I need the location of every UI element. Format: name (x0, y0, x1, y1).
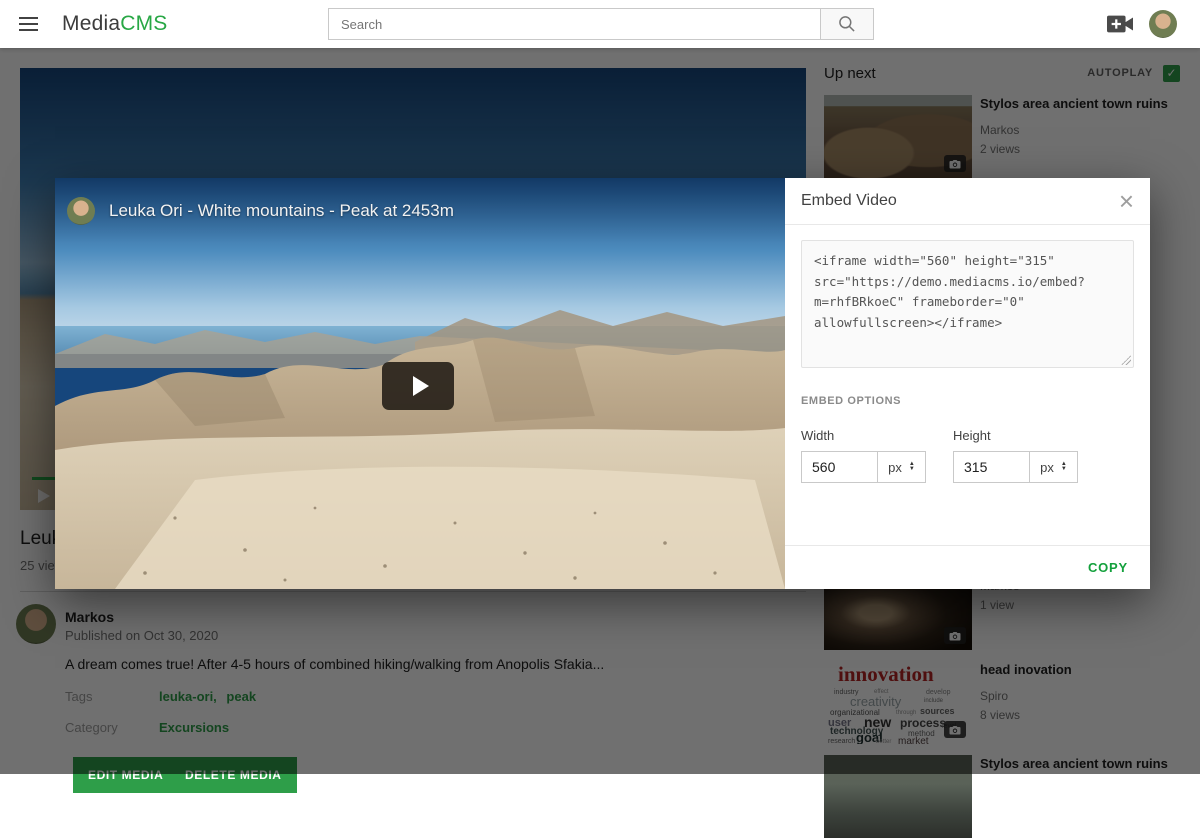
copy-button[interactable]: COPY (1082, 559, 1134, 576)
embed-options-panel: Embed Video × <iframe width="560" height… (785, 178, 1150, 589)
width-unit-select[interactable]: px ▲▼ (877, 451, 926, 483)
menu-icon[interactable] (19, 17, 38, 31)
height-input[interactable] (953, 451, 1030, 483)
embed-options-label: EMBED OPTIONS (801, 395, 1134, 407)
spinner-icon: ▲▼ (909, 462, 915, 472)
width-input[interactable] (801, 451, 878, 483)
preview-video-title: Leuka Ori - White mountains - Peak at 24… (109, 201, 454, 221)
embed-code-textarea[interactable]: <iframe width="560" height="315" src="ht… (801, 240, 1134, 368)
unit-label: px (888, 460, 902, 475)
spinner-icon: ▲▼ (1061, 462, 1067, 472)
preview-author-avatar (67, 197, 95, 225)
modal-title: Embed Video (801, 192, 897, 210)
embed-video-modal: Leuka Ori - White mountains - Peak at 24… (55, 178, 1150, 589)
embed-preview-player[interactable]: Leuka Ori - White mountains - Peak at 24… (55, 178, 785, 589)
close-icon[interactable]: × (1119, 188, 1134, 214)
search-button[interactable] (820, 8, 874, 40)
search-icon (837, 14, 857, 34)
mediacms-logo[interactable]: MediaCMS (62, 12, 167, 36)
height-unit-select[interactable]: px ▲▼ (1029, 451, 1078, 483)
upload-media-button[interactable] (1107, 14, 1133, 39)
user-avatar[interactable] (1149, 10, 1177, 38)
play-icon (413, 376, 429, 396)
top-navbar: MediaCMS (0, 0, 1200, 48)
play-button[interactable] (382, 362, 454, 410)
unit-label: px (1040, 460, 1054, 475)
height-label: Height (953, 428, 1078, 443)
search-input[interactable] (328, 8, 820, 40)
video-camera-add-icon (1107, 14, 1133, 34)
preview-title-bar: Leuka Ori - White mountains - Peak at 24… (55, 178, 785, 244)
width-label: Width (801, 428, 926, 443)
